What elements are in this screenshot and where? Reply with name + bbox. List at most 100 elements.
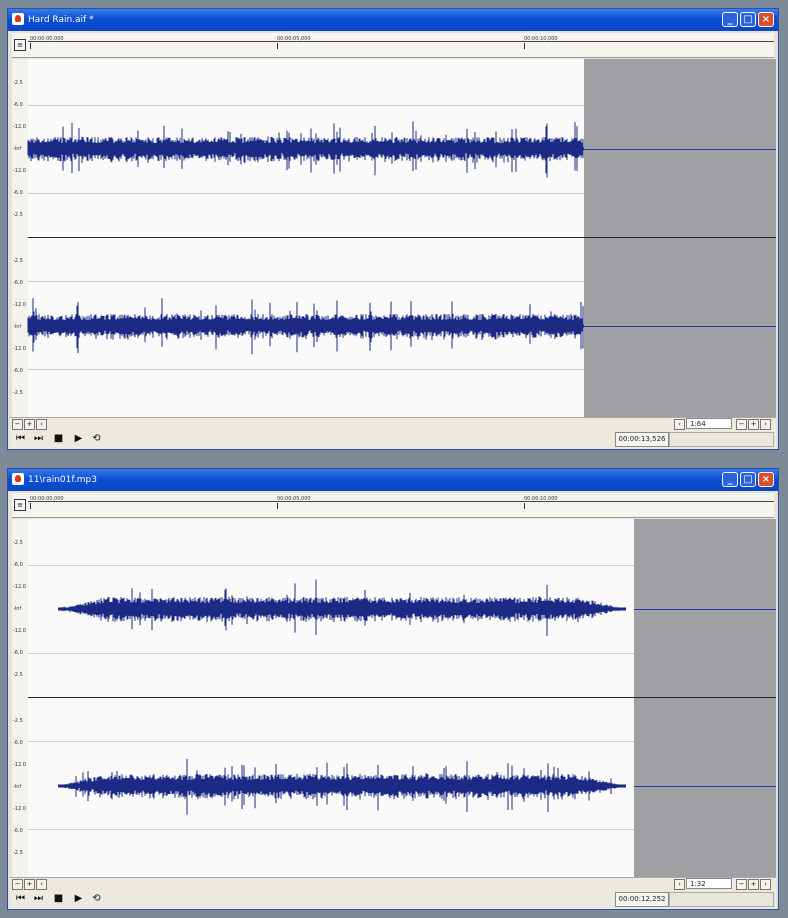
go-to-start-button[interactable]: ⏮ xyxy=(14,893,27,905)
scale-label: -2.5 xyxy=(13,80,23,86)
scale-label: -2.5 xyxy=(13,672,23,678)
amplitude-scale: -2.5 -6.0 -12.0 -Inf -12.0 -6.0 -2.5 -2.… xyxy=(12,59,29,417)
timecode-display: 00:00:13,526 xyxy=(615,432,669,447)
scale-label: -12.0 xyxy=(13,762,26,768)
transport-bar: ⏮ ⏭ ■ ▶ ⟲ 00:00:13,526 xyxy=(10,430,776,449)
scale-label: -6.0 xyxy=(13,368,23,374)
play-button[interactable]: ▶ xyxy=(72,893,85,905)
zero-line xyxy=(634,786,776,787)
channel-divider xyxy=(28,237,776,238)
scale-label: -12.0 xyxy=(13,628,26,634)
ruler-tick-label: 00:00:00,000 xyxy=(30,496,64,509)
zero-line xyxy=(584,149,776,150)
empty-region xyxy=(584,59,776,417)
title-bar[interactable]: 11\rain01f.mp3 _ □ × xyxy=(8,469,778,491)
ruler-tick-label: 00:00:05,000 xyxy=(277,496,311,509)
minimize-button[interactable]: _ xyxy=(722,472,738,487)
maximize-button[interactable]: □ xyxy=(740,12,756,27)
scale-label: -12.0 xyxy=(13,584,26,590)
scale-label: -6.0 xyxy=(13,828,23,834)
scale-label: -12.0 xyxy=(13,124,26,130)
go-to-end-button[interactable]: ⏭ xyxy=(32,433,45,445)
horizontal-scrollbar[interactable]: − + ‹ › 1:32 − + › xyxy=(10,877,776,890)
scale-label: -6.0 xyxy=(13,102,23,108)
scale-label: -12.0 xyxy=(13,302,26,308)
scroll-right-button[interactable]: › xyxy=(674,419,685,430)
zero-line xyxy=(584,326,776,327)
scale-label: -2.5 xyxy=(13,850,23,856)
waveform-left-channel xyxy=(58,579,626,636)
zoom-level[interactable]: 1:32 xyxy=(686,878,732,889)
stop-button[interactable]: ■ xyxy=(52,893,65,905)
scale-label: -6.0 xyxy=(13,740,23,746)
audio-window-2: 11\rain01f.mp3 _ □ × ≡ 00:00:00,000 00:0… xyxy=(7,468,779,910)
horizontal-scrollbar[interactable]: − + ‹ › 1:64 − + › xyxy=(10,417,776,430)
scroll-right-button[interactable]: › xyxy=(674,879,685,890)
zoom-fit-button[interactable]: › xyxy=(760,419,771,430)
ruler-tick-label: 00:00:00,000 xyxy=(30,36,64,49)
ruler-format-icon[interactable]: ≡ xyxy=(14,39,26,51)
scale-label: -2.5 xyxy=(13,718,23,724)
scale-label: -Inf xyxy=(13,784,22,790)
minimize-button[interactable]: _ xyxy=(722,12,738,27)
scale-label: -12.0 xyxy=(13,346,26,352)
scale-label: -Inf xyxy=(13,606,22,612)
transport-bar: ⏮ ⏭ ■ ▶ ⟲ 00:00:12,252 xyxy=(10,890,776,909)
zoom-fit-button[interactable]: › xyxy=(760,879,771,890)
waveform-right-channel xyxy=(58,758,626,815)
scale-label: -2.5 xyxy=(13,540,23,546)
zoom-level[interactable]: 1:64 xyxy=(686,418,732,429)
time-ruler[interactable]: ≡ 00:00:00,000 00:00:05,000 00:00:10,000 xyxy=(12,33,774,58)
scroll-left-button[interactable]: ‹ xyxy=(36,419,47,430)
scale-label: -12.0 xyxy=(13,806,26,812)
channel-divider xyxy=(28,697,776,698)
scale-label: -2.5 xyxy=(13,258,23,264)
zero-line xyxy=(634,609,776,610)
empty-region xyxy=(634,519,776,877)
time-ruler[interactable]: ≡ 00:00:00,000 00:00:05,000 00:00:10,000 xyxy=(12,493,774,518)
maximize-button[interactable]: □ xyxy=(740,472,756,487)
scale-label: -6.0 xyxy=(13,562,23,568)
stop-button[interactable]: ■ xyxy=(52,433,65,445)
status-field xyxy=(669,892,774,907)
go-to-end-button[interactable]: ⏭ xyxy=(32,893,45,905)
scroll-left-button[interactable]: ‹ xyxy=(36,879,47,890)
zoom-out-button[interactable]: − xyxy=(12,419,23,430)
timecode-display: 00:00:12,252 xyxy=(615,892,669,907)
zoom-out-button[interactable]: − xyxy=(12,879,23,890)
ruler-line xyxy=(28,41,774,42)
scale-label: -6.0 xyxy=(13,190,23,196)
close-button[interactable]: × xyxy=(758,472,774,487)
waveform-right-channel xyxy=(27,298,584,355)
window-title: Hard Rain.aif * xyxy=(28,15,94,25)
ruler-tick-label: 00:00:10,000 xyxy=(524,496,558,509)
window-title: 11\rain01f.mp3 xyxy=(28,475,97,485)
zoom-in-button[interactable]: + xyxy=(748,419,759,430)
scale-label: -Inf xyxy=(13,324,22,330)
ruler-tick-label: 00:00:10,000 xyxy=(524,36,558,49)
waveform-left-channel xyxy=(27,121,584,178)
scale-label: -6.0 xyxy=(13,650,23,656)
close-button[interactable]: × xyxy=(758,12,774,27)
loop-button[interactable]: ⟲ xyxy=(90,893,103,905)
go-to-start-button[interactable]: ⏮ xyxy=(14,433,27,445)
ruler-line xyxy=(28,501,774,502)
play-button[interactable]: ▶ xyxy=(72,433,85,445)
amplitude-scale: -2.5 -6.0 -12.0 -Inf -12.0 -6.0 -2.5 -2.… xyxy=(12,519,29,877)
loop-button[interactable]: ⟲ xyxy=(90,433,103,445)
ruler-tick-label: 00:00:05,000 xyxy=(277,36,311,49)
zoom-in-button[interactable]: + xyxy=(24,879,35,890)
audio-window-1: Hard Rain.aif * _ □ × ≡ 00:00:00,000 00:… xyxy=(7,8,779,450)
scale-label: -2.5 xyxy=(13,212,23,218)
app-icon xyxy=(12,13,24,25)
scale-label: -6.0 xyxy=(13,280,23,286)
ruler-format-icon[interactable]: ≡ xyxy=(14,499,26,511)
zoom-in-button[interactable]: + xyxy=(748,879,759,890)
zoom-out-button[interactable]: − xyxy=(736,419,747,430)
zoom-out-button[interactable]: − xyxy=(736,879,747,890)
zoom-in-button[interactable]: + xyxy=(24,419,35,430)
scale-label: -2.5 xyxy=(13,390,23,396)
status-field xyxy=(669,432,774,447)
scale-label: -Inf xyxy=(13,146,22,152)
title-bar[interactable]: Hard Rain.aif * _ □ × xyxy=(8,9,778,31)
